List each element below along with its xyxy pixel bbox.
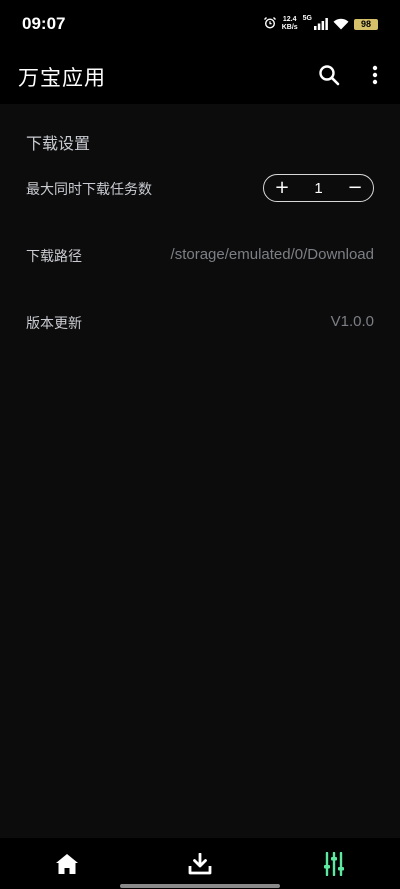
- alarm-icon: [263, 15, 277, 34]
- net-speed-unit: KB/s: [281, 24, 298, 31]
- max-tasks-label: 最大同时下载任务数: [26, 182, 152, 198]
- settings-sliders-icon[interactable]: [321, 851, 347, 877]
- download-icon[interactable]: [187, 851, 213, 877]
- app-title: 万宝应用: [18, 66, 106, 90]
- home-icon[interactable]: [54, 851, 80, 877]
- settings-content: 下载设置 最大同时下载任务数 + 1 − 下载路径 /storage/emula…: [0, 104, 400, 838]
- battery-icon: 98: [354, 18, 378, 30]
- stepper-value: 1: [314, 179, 323, 197]
- more-vert-icon[interactable]: [362, 62, 388, 88]
- section-title-download-settings: 下载设置: [26, 134, 91, 153]
- status-time: 09:07: [22, 14, 66, 33]
- increment-button[interactable]: +: [274, 179, 290, 197]
- version-value[interactable]: V1.0.0: [331, 313, 374, 330]
- bottom-nav: [0, 838, 400, 889]
- search-icon[interactable]: [316, 62, 342, 88]
- app-bar: 万宝应用: [0, 48, 400, 104]
- status-icons: 12.4 KB/s 5G 98: [263, 15, 378, 33]
- decrement-button[interactable]: −: [347, 179, 363, 197]
- signal-type: 5G: [302, 15, 312, 22]
- version-label: 版本更新: [26, 316, 82, 332]
- home-indicator: [120, 884, 280, 888]
- status-bar: 09:07 12.4 KB/s 5G 98: [0, 0, 400, 48]
- download-path-value[interactable]: /storage/emulated/0/Download: [171, 246, 374, 263]
- download-path-label: 下载路径: [26, 249, 82, 265]
- signal-icon: [314, 15, 328, 34]
- net-speed-value: 12.4: [282, 16, 297, 23]
- wifi-icon: [333, 15, 349, 34]
- max-tasks-stepper: + 1 −: [263, 174, 374, 202]
- net-speed: 12.4 KB/s: [282, 16, 298, 32]
